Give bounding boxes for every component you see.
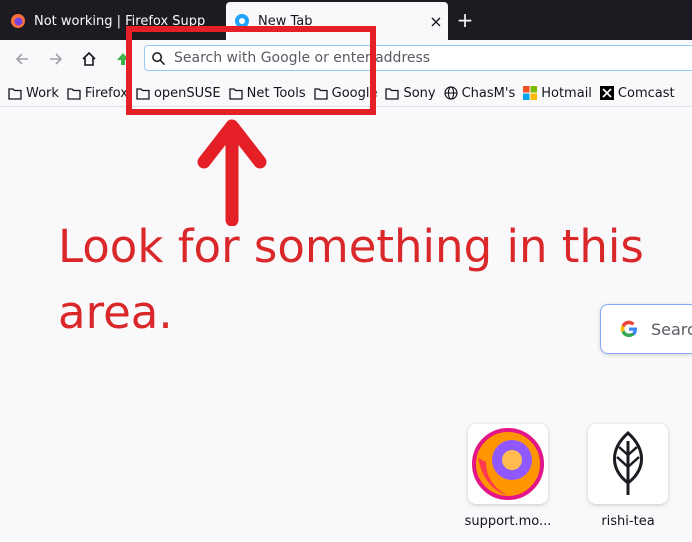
bookmark-label: Sony [403,85,436,101]
top-site-support-mozilla[interactable]: support.mo... [458,424,558,529]
top-site-label: support.mo... [464,514,552,529]
bookmark-comcast[interactable]: Comcast [599,85,675,101]
x-icon [599,86,614,100]
home-icon [82,51,96,66]
bookmark-label: Hotmail [541,85,592,101]
bookmark-label: Work [26,85,59,101]
back-button[interactable] [9,46,35,72]
close-tab-button[interactable]: × [424,12,448,31]
new-tab-button[interactable]: + [453,8,477,32]
leaf-icon [613,431,643,495]
top-site-tile[interactable] [468,424,548,504]
newtab-search-placeholder: Search [651,319,692,339]
bookmark-label: Firefox [84,85,128,101]
folder-icon [8,87,22,100]
firefox-logo-icon [472,428,544,500]
arrow-right-icon [50,53,63,65]
globe-icon [444,86,458,100]
google-icon [620,320,637,338]
forward-button[interactable] [43,46,69,72]
newtab-search-box[interactable]: Search [600,304,692,354]
folder-icon [385,87,400,100]
bookmark-label: Comcast [617,85,675,101]
annotation-highlight-box [126,26,376,115]
arrow-left-icon [15,53,28,65]
bookmark-firefox[interactable]: Firefox [67,86,128,101]
annotation-arrow-icon [197,119,267,226]
top-site-label: rishi-tea [601,514,655,529]
top-site-rishi-tea[interactable]: rishi-tea [578,424,678,529]
bookmark-sony[interactable]: Sony [385,85,436,101]
annotation-text: Look for something in this area. [58,220,644,339]
firefox-icon [11,14,25,28]
bookmark-work[interactable]: Work [8,86,59,101]
bookmark-hotmail[interactable]: Hotmail [523,86,592,101]
bookmark-chasms[interactable]: ChasM's [444,85,516,101]
top-site-tile[interactable] [588,424,668,504]
bookmark-label: ChasM's [461,85,516,101]
home-button[interactable] [76,46,102,72]
folder-icon [67,87,81,100]
microsoft-icon [523,86,538,100]
